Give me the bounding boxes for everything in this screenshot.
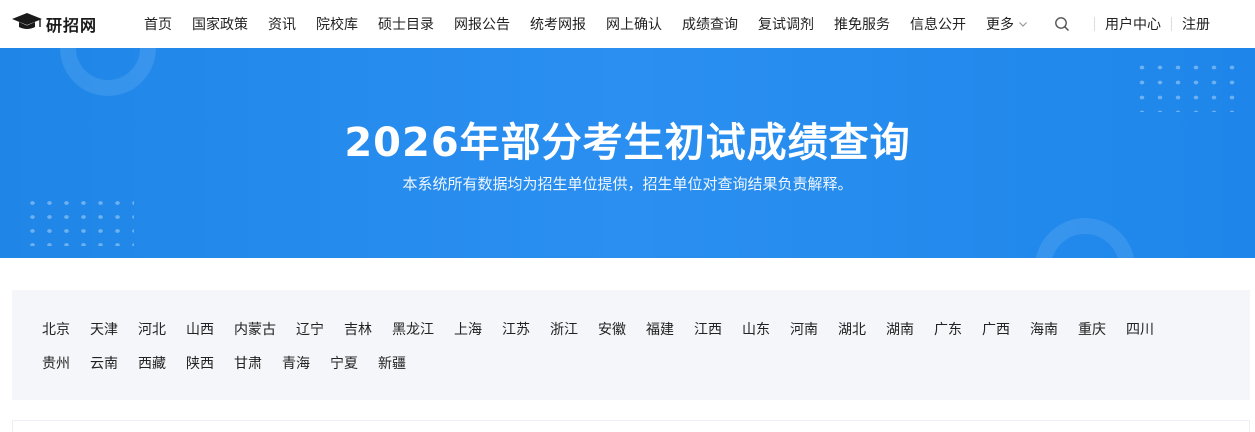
province-row: 北京 天津 河北 山西 内蒙古 辽宁 吉林 黑龙江 上海 江苏 浙江 安徽 福建… <box>42 312 1220 346</box>
chevron-down-icon <box>1019 22 1027 27</box>
page-title: 2026年部分考生初试成绩查询 <box>344 120 911 166</box>
province-link[interactable]: 河南 <box>790 319 818 339</box>
decorative-ring <box>60 48 156 96</box>
province-link[interactable]: 贵州 <box>42 353 70 373</box>
results-card <box>12 420 1250 432</box>
province-link[interactable]: 黑龙江 <box>392 319 434 339</box>
province-link[interactable]: 西藏 <box>138 353 166 373</box>
nav-more[interactable]: 更多 <box>986 14 1028 34</box>
province-link[interactable]: 福建 <box>646 319 674 339</box>
nav-registration-notice[interactable]: 网报公告 <box>454 14 510 34</box>
province-link[interactable]: 江苏 <box>502 319 530 339</box>
province-link[interactable]: 重庆 <box>1078 319 1106 339</box>
province-link[interactable]: 山西 <box>186 319 214 339</box>
main-nav: 首页 国家政策 资讯 院校库 硕士目录 网报公告 统考网报 网上确认 成绩查询 … <box>144 14 1048 34</box>
province-row: 贵州 云南 西藏 陕西 甘肃 青海 宁夏 新疆 <box>42 346 1220 380</box>
province-link[interactable]: 广东 <box>934 319 962 339</box>
hero-banner: 2026年部分考生初试成绩查询 本系统所有数据均为招生单位提供，招生单位对查询结… <box>0 48 1255 258</box>
province-link[interactable]: 吉林 <box>344 319 372 339</box>
nav-unified-exam-registration[interactable]: 统考网报 <box>530 14 586 34</box>
province-link[interactable]: 浙江 <box>550 319 578 339</box>
province-link[interactable]: 内蒙古 <box>234 319 276 339</box>
province-link[interactable]: 辽宁 <box>296 319 324 339</box>
province-link[interactable]: 陕西 <box>186 353 214 373</box>
province-selector: 北京 天津 河北 山西 内蒙古 辽宁 吉林 黑龙江 上海 江苏 浙江 安徽 福建… <box>12 290 1250 400</box>
nav-info-disclosure[interactable]: 信息公开 <box>910 14 966 34</box>
logo-text: 研招网 <box>46 16 98 35</box>
province-link[interactable]: 四川 <box>1126 319 1154 339</box>
nav-home[interactable]: 首页 <box>144 14 172 34</box>
nav-more-label: 更多 <box>986 17 1014 33</box>
decorative-ring <box>1035 218 1135 258</box>
province-link[interactable]: 河北 <box>138 319 166 339</box>
graduation-cap-icon <box>10 12 44 36</box>
province-link[interactable]: 天津 <box>90 319 118 339</box>
top-navigation-bar: 研招网 首页 国家政策 资讯 院校库 硕士目录 网报公告 统考网报 网上确认 成… <box>0 0 1255 48</box>
province-link[interactable]: 宁夏 <box>330 353 358 373</box>
province-link[interactable]: 云南 <box>90 353 118 373</box>
decorative-dots <box>24 196 134 246</box>
province-link[interactable]: 湖南 <box>886 319 914 339</box>
nav-score-query[interactable]: 成绩查询 <box>682 14 738 34</box>
separator <box>1094 17 1095 31</box>
province-link[interactable]: 湖北 <box>838 319 866 339</box>
nav-recommendation-service[interactable]: 推免服务 <box>834 14 890 34</box>
nav-online-confirmation[interactable]: 网上确认 <box>606 14 662 34</box>
province-link[interactable]: 青海 <box>282 353 310 373</box>
province-link[interactable]: 江西 <box>694 319 722 339</box>
separator <box>1171 17 1172 31</box>
decorative-dots <box>1133 60 1243 112</box>
province-link[interactable]: 北京 <box>42 319 70 339</box>
province-link[interactable]: 新疆 <box>378 353 406 373</box>
user-center-link[interactable]: 用户中心 <box>1105 14 1161 34</box>
nav-news[interactable]: 资讯 <box>268 14 296 34</box>
nav-school-library[interactable]: 院校库 <box>316 14 358 34</box>
province-link[interactable]: 广西 <box>982 319 1010 339</box>
province-link[interactable]: 海南 <box>1030 319 1058 339</box>
province-link[interactable]: 安徽 <box>598 319 626 339</box>
province-link[interactable]: 甘肃 <box>234 353 262 373</box>
nav-master-catalog[interactable]: 硕士目录 <box>378 14 434 34</box>
province-link[interactable]: 上海 <box>454 319 482 339</box>
search-icon[interactable] <box>1054 16 1070 32</box>
province-link[interactable]: 山东 <box>742 319 770 339</box>
register-link[interactable]: 注册 <box>1182 14 1210 34</box>
page-subtitle: 本系统所有数据均为招生单位提供，招生单位对查询结果负责解释。 <box>402 175 853 193</box>
site-logo[interactable]: 研招网 <box>10 12 120 36</box>
nav-retest-adjustment[interactable]: 复试调剂 <box>758 14 814 34</box>
nav-national-policy[interactable]: 国家政策 <box>192 14 248 34</box>
